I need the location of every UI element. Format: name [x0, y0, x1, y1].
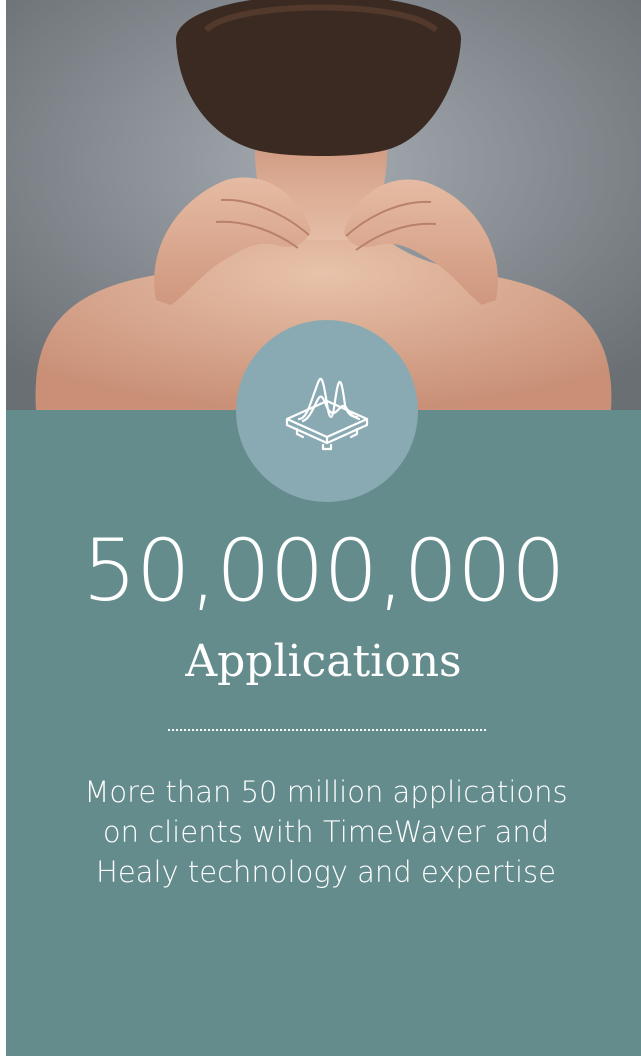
icon-badge — [236, 320, 418, 502]
stat-number: 50,000,000 — [82, 521, 565, 621]
stat-card: 50,000,000 Applications More than 50 mil… — [0, 0, 641, 1056]
content-panel — [6, 410, 641, 1056]
stat-label: Applications — [185, 636, 462, 687]
healy-device-wave-icon — [285, 377, 369, 451]
dotted-divider — [168, 729, 486, 731]
stat-description: More than 50 million applications on cli… — [84, 775, 568, 889]
